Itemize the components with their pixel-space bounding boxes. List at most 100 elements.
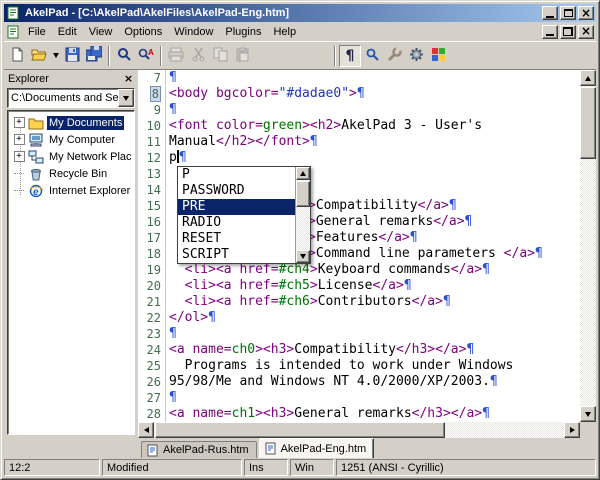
syntax-segment: ¶	[404, 278, 412, 293]
syntax-segment: <a name=	[169, 406, 232, 421]
autocomplete-item-reset[interactable]: RESET	[178, 231, 295, 247]
expand-toggle-icon[interactable]: +	[14, 134, 25, 145]
line-number: 18	[138, 246, 166, 262]
editor-line-25: 25 Programs is intended to work under Wi…	[138, 358, 580, 374]
explorer-panel: Explorer × C:\Documents and Setti +My Do…	[4, 69, 138, 438]
find-button[interactable]	[113, 45, 135, 67]
maximize-button[interactable]	[560, 6, 576, 20]
line-number: 7	[138, 70, 166, 86]
expand-toggle-icon[interactable]: +	[14, 151, 25, 162]
syntax-segment: <li><a href=	[185, 262, 279, 277]
line-content[interactable]: </ol>¶	[166, 310, 216, 326]
replace-button[interactable]: A	[135, 45, 157, 67]
line-content[interactable]: ¶	[166, 390, 177, 406]
line-content[interactable]: <body bgcolor="#dadae0">¶	[166, 86, 365, 102]
mdi-restore-button[interactable]	[560, 25, 576, 39]
horizontal-scroll-thumb[interactable]	[155, 422, 445, 438]
folder-icon	[28, 116, 44, 130]
menu-edit[interactable]: Edit	[52, 24, 83, 40]
editor-text-area[interactable]: 7¶8<body bgcolor="#dadae0">¶9¶10<font co…	[138, 70, 580, 422]
line-content[interactable]: <font color=green><h2>AkelPad 3 - User's	[166, 118, 482, 134]
autocomplete-scroll-thumb[interactable]	[296, 181, 310, 207]
menu-file[interactable]: File	[22, 24, 52, 40]
autocomplete-item-password[interactable]: PASSWORD	[178, 183, 295, 199]
save-all-button[interactable]	[83, 45, 105, 67]
tree-item-my-network-plac[interactable]: +My Network Plac	[8, 148, 134, 165]
line-content[interactable]	[166, 182, 169, 198]
show-symbols-button[interactable]: ¶	[339, 45, 361, 67]
syntax-segment: Programs is intended to work under Windo…	[169, 358, 513, 373]
settings-button[interactable]	[383, 45, 405, 67]
line-content[interactable]: <a name=ch1><h3>General remarks</h3></a>…	[166, 406, 490, 422]
replace-icon: A	[138, 47, 154, 65]
autocomplete-item-pre[interactable]: PRE	[178, 199, 295, 215]
line-content[interactable]: Programs is intended to work under Windo…	[166, 358, 513, 374]
tab-akelpad-eng-htm[interactable]: AkelPad-Eng.htm	[259, 438, 375, 458]
tree-item-internet-explorer[interactable]: eInternet Explorer	[8, 182, 134, 199]
tab-akelpad-rus-htm[interactable]: AkelPad-Rus.htm	[141, 441, 257, 458]
syntax-segment: ¶	[449, 198, 457, 213]
autocomplete-item-script[interactable]: SCRIPT	[178, 247, 295, 263]
network-icon	[28, 150, 44, 164]
execute-button[interactable]	[405, 45, 427, 67]
syntax-segment: 95/98/Me and Windows NT 4.0/2000/XP/2003…	[169, 374, 490, 389]
menu-plugins[interactable]: Plugins	[219, 24, 267, 40]
menu-options[interactable]: Options	[118, 24, 168, 40]
scrollbar-corner	[580, 422, 596, 438]
scroll-down-button[interactable]	[580, 406, 596, 422]
scroll-left-button[interactable]	[138, 422, 154, 438]
plugins-button[interactable]	[427, 45, 449, 67]
line-content[interactable]: ¶	[166, 326, 177, 342]
autocomplete-scrollbar[interactable]	[295, 167, 310, 263]
minimize-button[interactable]	[542, 6, 558, 20]
new-file-button[interactable]	[6, 45, 28, 67]
scroll-right-button[interactable]	[564, 422, 580, 438]
zoom-button[interactable]	[361, 45, 383, 67]
line-content[interactable]: 95/98/Me and Windows NT 4.0/2000/XP/2003…	[166, 374, 498, 390]
akelpad-window: AkelPad - [C:\AkelPad\AkelFiles\AkelPad-…	[0, 0, 600, 480]
copy-icon	[213, 47, 228, 65]
explorer-path-input[interactable]: C:\Documents and Setti	[8, 89, 118, 107]
tree-item-my-documents[interactable]: +My Documents	[8, 114, 134, 131]
editor-horizontal-scrollbar[interactable]	[138, 422, 580, 438]
syntax-segment: "#dadae0"	[279, 86, 349, 101]
autocomplete-item-p[interactable]: P	[178, 167, 295, 183]
editor-vertical-scrollbar[interactable]	[580, 70, 596, 422]
tree-item-my-computer[interactable]: +My Computer	[8, 131, 134, 148]
autocomplete-item-radio[interactable]: RADIO	[178, 215, 295, 231]
tree-item-recycle-bin[interactable]: Recycle Bin	[8, 165, 134, 182]
line-content[interactable]: p¶	[166, 150, 187, 166]
line-content[interactable]: <li><a href=#ch6>Contributors</a>¶	[166, 294, 451, 310]
syntax-segment: <font color=	[169, 118, 263, 133]
scroll-up-button[interactable]	[580, 70, 596, 86]
line-content[interactable]: <a name=ch0><h3>Compatibility</h3></a>¶	[166, 342, 474, 358]
syntax-segment: Contributors	[318, 294, 412, 309]
explorer-path-dropdown-button[interactable]	[118, 89, 134, 107]
mdi-minimize-button[interactable]	[542, 25, 558, 39]
syntax-segment	[169, 278, 185, 293]
syntax-segment: </a>	[504, 246, 535, 261]
line-number: 12	[138, 150, 166, 166]
save-file-button[interactable]	[61, 45, 83, 67]
line-content[interactable]: <li><a href=#ch4>Keyboard commands</a>¶	[166, 262, 490, 278]
vertical-scroll-thumb[interactable]	[580, 87, 596, 159]
open-file-button[interactable]	[28, 45, 50, 67]
menu-help[interactable]: Help	[267, 24, 302, 40]
mdi-close-button[interactable]: ×	[578, 25, 594, 39]
mdi-document-icon[interactable]	[6, 24, 22, 39]
explorer-close-button[interactable]: ×	[122, 72, 135, 85]
line-content[interactable]: ¶	[166, 102, 177, 118]
line-content[interactable]: ¶	[166, 70, 177, 86]
close-button[interactable]: ×	[578, 6, 594, 20]
menu-window[interactable]: Window	[168, 24, 219, 40]
line-content[interactable]: <li><a href=#ch5>License</a>¶	[166, 278, 412, 294]
menu-view[interactable]: View	[83, 24, 119, 40]
line-content[interactable]	[166, 166, 169, 182]
open-file-dropdown-button[interactable]	[50, 45, 61, 67]
line-content[interactable]: Manual</h2></font>¶	[166, 134, 318, 150]
akelpad-app-icon[interactable]	[6, 6, 21, 21]
recycle-icon	[28, 167, 44, 181]
expand-toggle-icon[interactable]: +	[14, 117, 25, 128]
autocomplete-scroll-up-button[interactable]	[296, 167, 310, 180]
autocomplete-scroll-down-button[interactable]	[296, 250, 310, 263]
